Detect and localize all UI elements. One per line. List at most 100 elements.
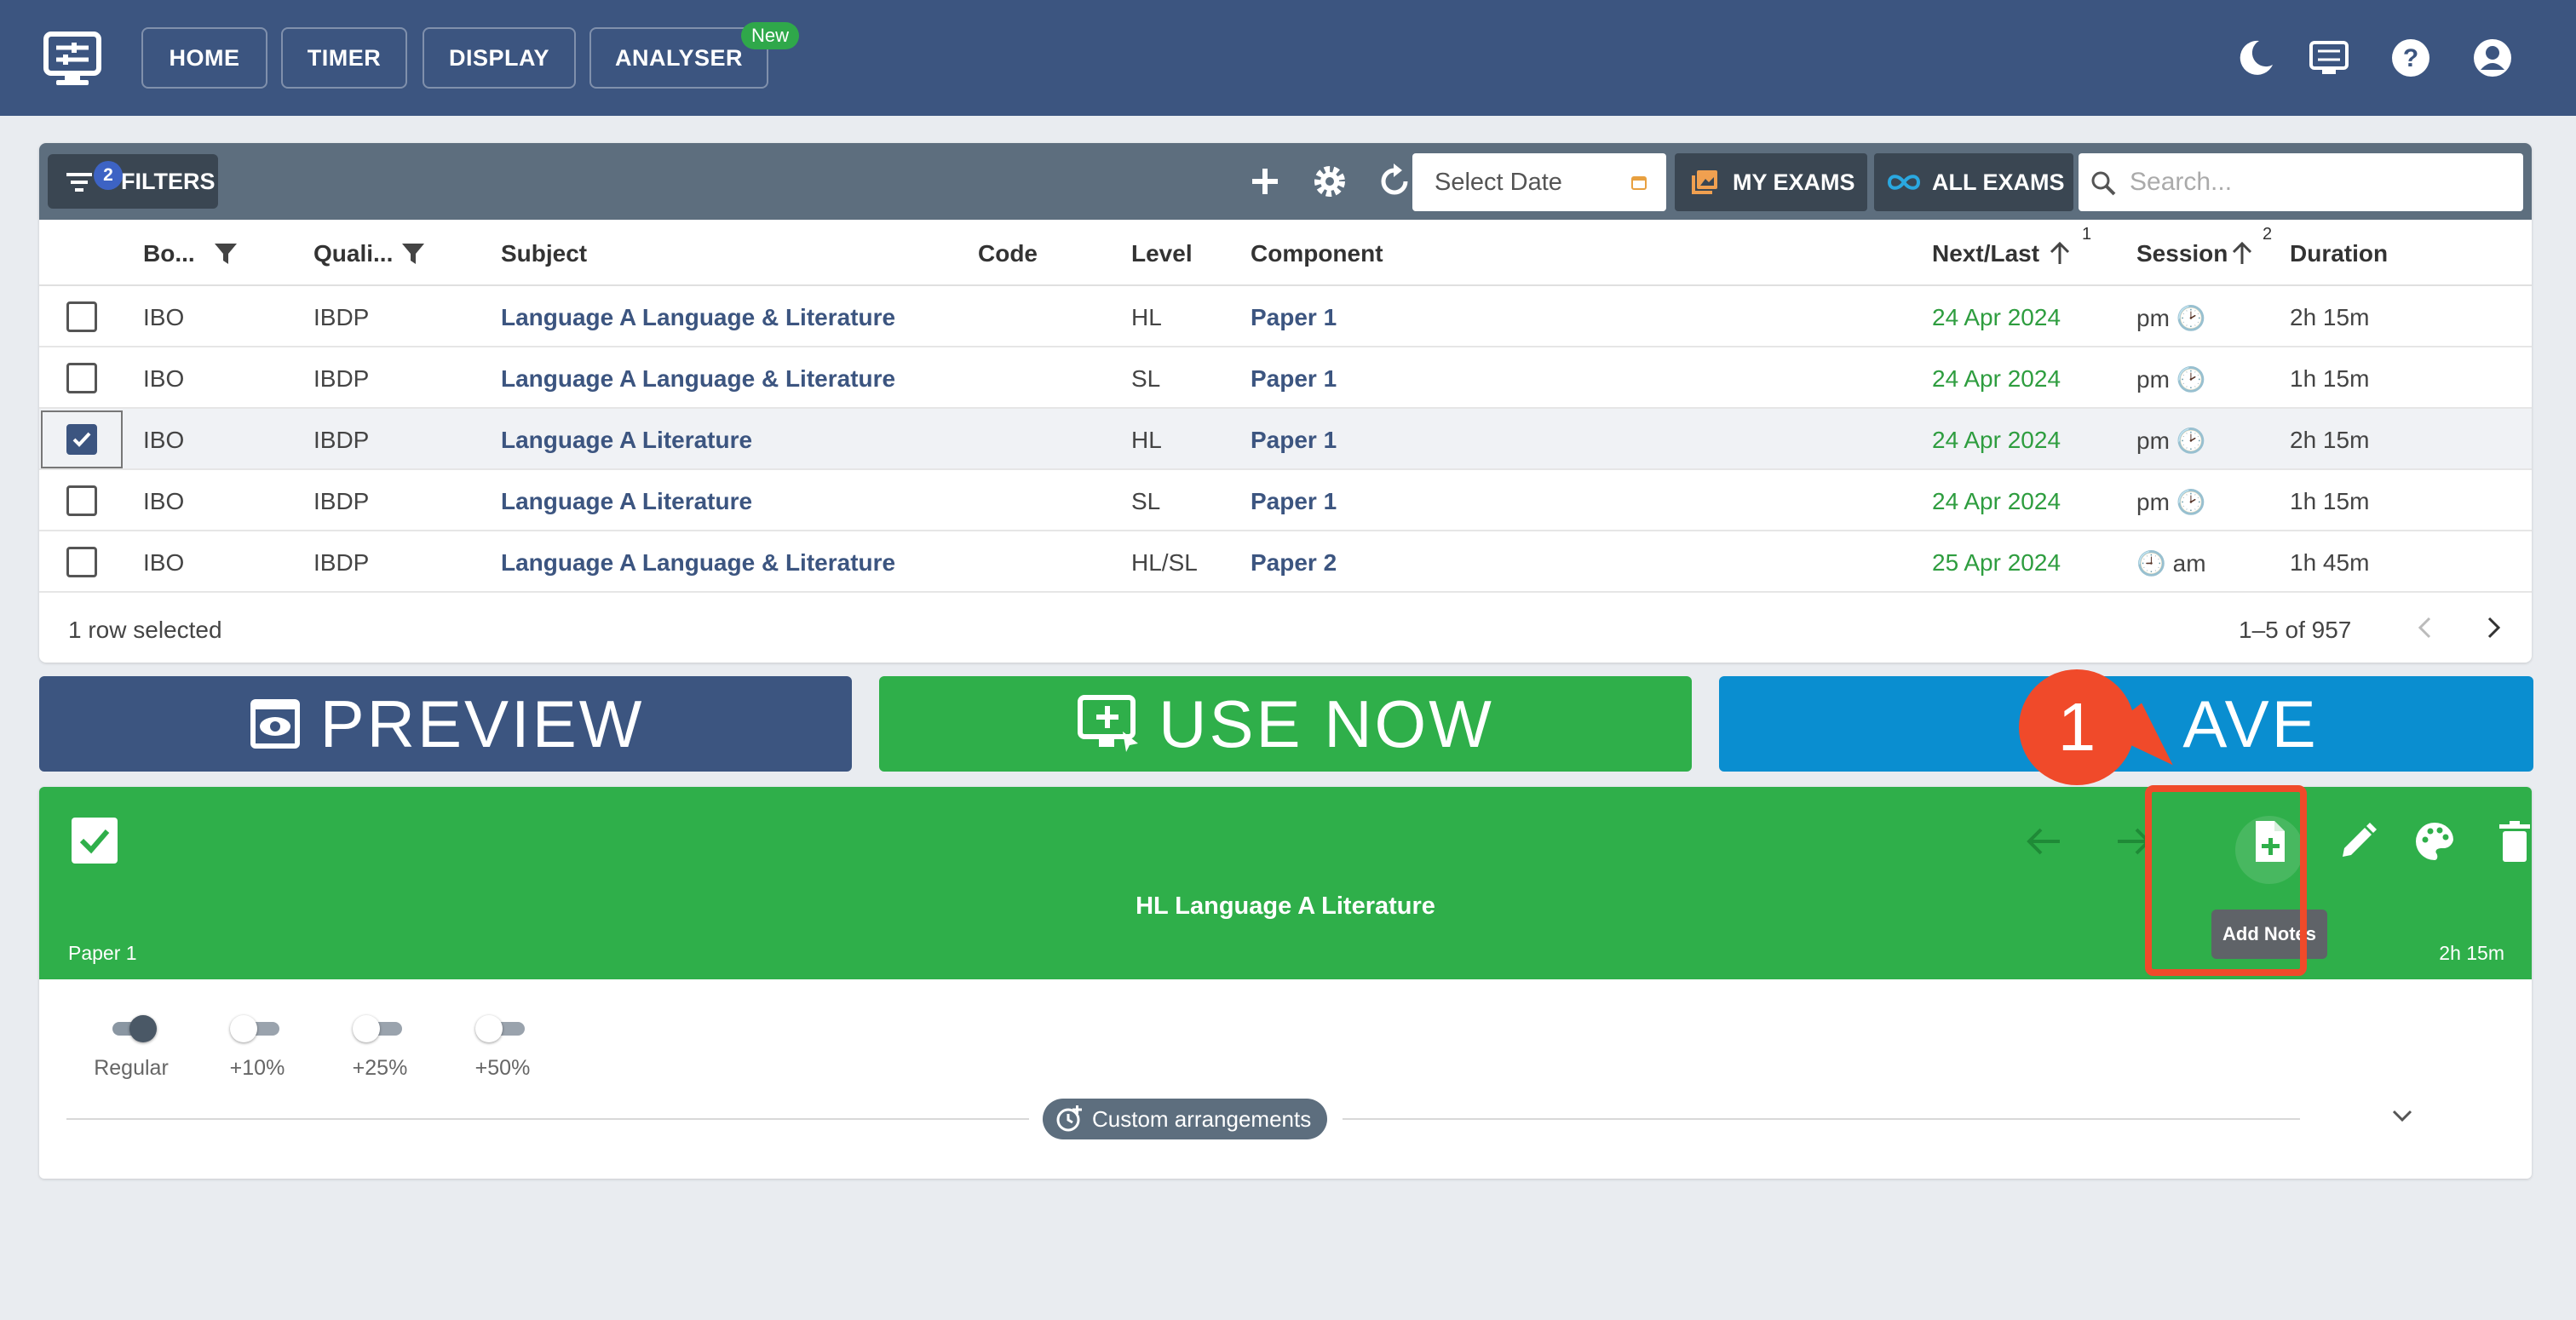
row-checkbox[interactable]: [66, 547, 97, 577]
row-checkbox-checked[interactable]: [66, 424, 97, 455]
annotation-step-marker: 1: [2019, 669, 2135, 785]
divider: [66, 1118, 1029, 1120]
cell-level: HL/SL: [1131, 549, 1198, 576]
cell-qualification: IBDP: [313, 304, 370, 330]
sort-ascending-icon[interactable]: [2048, 240, 2072, 266]
column-session[interactable]: Session: [2136, 240, 2228, 267]
custom-arrangements-chip[interactable]: Custom arrangements: [1043, 1099, 1327, 1139]
toggle-plus-25-label: +25%: [352, 1056, 408, 1080]
toggle-plus-50[interactable]: [475, 1013, 528, 1042]
toggle-plus-10[interactable]: [230, 1013, 283, 1042]
nav-timer[interactable]: TIMER: [281, 27, 407, 89]
cell-level: HL: [1131, 427, 1162, 453]
pagination-text: 1–5 of 957: [2239, 617, 2352, 643]
cell-level: HL: [1131, 304, 1162, 330]
column-qualification[interactable]: Quali...: [313, 240, 393, 267]
cell-duration: 1h 15m: [2290, 488, 2370, 514]
filters-count-badge: 2: [94, 161, 123, 190]
chevron-down-icon[interactable]: [2387, 1100, 2418, 1131]
toggle-plus-10-label: +10%: [229, 1056, 285, 1080]
exams-table-card: FILTERS 2 Select Date MY EXAMS ALL EXAMS…: [39, 143, 2532, 663]
sort-ascending-icon[interactable]: [2230, 240, 2254, 266]
calendar-icon: [1631, 176, 1647, 190]
prev-page-icon[interactable]: [2412, 615, 2438, 640]
cell-subject: Language A Literature: [501, 488, 753, 514]
next-page-icon[interactable]: [2481, 615, 2506, 640]
new-badge: New: [741, 22, 800, 49]
cell-session: pm 🕑: [2136, 305, 2206, 331]
use-now-button[interactable]: USE NOW: [879, 676, 1692, 772]
filters-button[interactable]: FILTERS 2: [48, 154, 218, 209]
all-exams-label: ALL EXAMS: [1932, 169, 2065, 195]
toggle-plus-25[interactable]: [353, 1013, 405, 1042]
cell-board: IBO: [143, 427, 185, 453]
column-filter-icon[interactable]: [400, 240, 426, 266]
sort-order-2: 2: [2263, 225, 2273, 244]
exam-select-checkbox[interactable]: [72, 818, 118, 864]
column-level[interactable]: Level: [1131, 240, 1193, 267]
select-date-input[interactable]: Select Date: [1412, 153, 1666, 211]
cell-component: Paper 1: [1251, 488, 1337, 514]
nav-home[interactable]: HOME: [141, 27, 267, 89]
refresh-icon[interactable]: [1373, 160, 1416, 203]
column-duration[interactable]: Duration: [2290, 240, 2388, 267]
cell-subject: Language A Language & Literature: [501, 304, 896, 330]
table-row[interactable]: IBO IBDP Language A Language & Literatur…: [39, 347, 2532, 409]
toggle-regular[interactable]: [106, 1013, 158, 1042]
cell-component: Paper 1: [1251, 304, 1337, 330]
cell-subject: Language A Literature: [501, 427, 753, 453]
column-component[interactable]: Component: [1251, 240, 1383, 267]
filters-label: FILTERS: [121, 168, 216, 194]
search-icon: [2091, 171, 2116, 196]
search-input[interactable]: Search...: [2079, 153, 2523, 211]
cell-qualification: IBDP: [313, 549, 370, 576]
gear-icon[interactable]: [1308, 160, 1351, 203]
column-board[interactable]: Bo...: [143, 240, 195, 267]
cell-level: SL: [1131, 365, 1161, 392]
cell-board: IBO: [143, 304, 185, 330]
nav-display[interactable]: DISPLAY: [423, 27, 576, 89]
cell-subject: Language A Language & Literature: [501, 365, 896, 392]
row-checkbox[interactable]: [66, 301, 97, 332]
palette-icon[interactable]: [2411, 818, 2458, 865]
custom-arrangements-label: Custom arrangements: [1092, 1105, 1312, 1132]
column-filter-icon[interactable]: [213, 240, 239, 266]
display-settings-icon[interactable]: [2307, 36, 2351, 80]
cell-duration: 1h 15m: [2290, 365, 2370, 392]
cell-qualification: IBDP: [313, 365, 370, 392]
nav-display-label: DISPLAY: [448, 44, 550, 71]
table-row[interactable]: IBO IBDP Language A Language & Literatur…: [39, 286, 2532, 347]
sort-order-1: 1: [2082, 225, 2092, 244]
app-logo-icon[interactable]: [43, 29, 102, 89]
edit-pencil-icon[interactable]: [2334, 818, 2382, 865]
moon-icon[interactable]: [2234, 36, 2278, 80]
row-checkbox[interactable]: [66, 485, 97, 516]
select-date-placeholder: Select Date: [1435, 168, 1562, 196]
cell-date: 24 Apr 2024: [1932, 304, 2061, 330]
help-icon[interactable]: ?: [2389, 36, 2433, 80]
preview-button[interactable]: PREVIEW: [39, 676, 852, 772]
table-row-selected[interactable]: IBO IBDP Language A Literature HL Paper …: [39, 409, 2532, 470]
table-row[interactable]: IBO IBDP Language A Literature SL Paper …: [39, 470, 2532, 531]
cell-board: IBO: [143, 365, 185, 392]
annotation-highlight-box: [2145, 785, 2307, 976]
column-subject[interactable]: Subject: [501, 240, 587, 267]
delete-icon[interactable]: [2491, 818, 2532, 865]
add-icon[interactable]: [1244, 160, 1286, 203]
cell-qualification: IBDP: [313, 488, 370, 514]
column-next-last[interactable]: Next/Last: [1932, 240, 2039, 267]
row-checkbox[interactable]: [66, 363, 97, 393]
cell-level: SL: [1131, 488, 1161, 514]
cell-duration: 2h 15m: [2290, 427, 2370, 453]
check-icon: [79, 829, 110, 854]
cell-component: Paper 2: [1251, 549, 1337, 576]
account-icon[interactable]: [2470, 36, 2515, 80]
cell-date: 24 Apr 2024: [1932, 488, 2061, 514]
my-exams-button[interactable]: MY EXAMS: [1675, 153, 1867, 211]
add-to-screen-icon: [1078, 695, 1139, 752]
all-exams-button[interactable]: ALL EXAMS: [1874, 153, 2073, 211]
column-code[interactable]: Code: [978, 240, 1038, 267]
table-row[interactable]: IBO IBDP Language A Language & Literatur…: [39, 531, 2532, 593]
svg-text:?: ?: [2403, 44, 2418, 72]
arrow-left-icon[interactable]: [2021, 818, 2068, 865]
